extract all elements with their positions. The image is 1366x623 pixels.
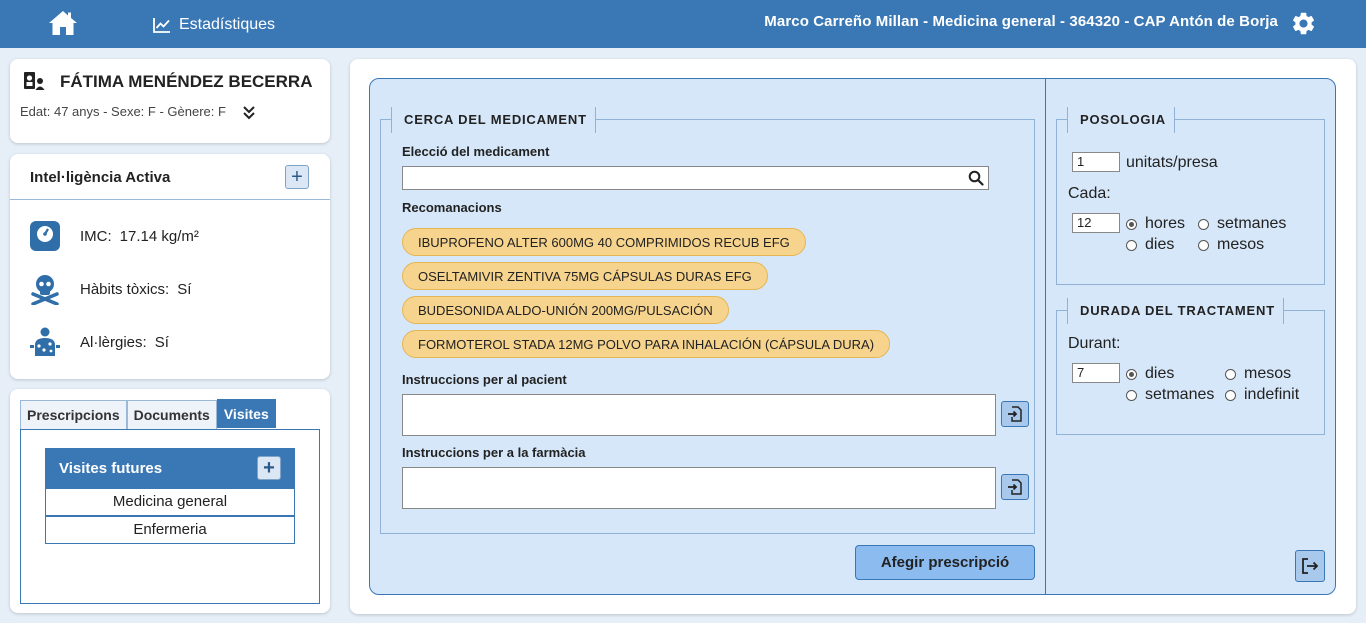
every-label: Cada: xyxy=(1068,185,1111,202)
units-per-dose-label: unitats/presa xyxy=(1126,154,1218,171)
tab-panel: Visites futures + Medicina general Enfer… xyxy=(20,429,320,604)
treatment-duration-legend: DURADA DEL TRACTAMENT xyxy=(1067,298,1284,324)
duration-input[interactable]: 7 xyxy=(1072,363,1120,383)
insert-pharmacy-instructions-button[interactable] xyxy=(1001,474,1029,500)
radio-label: mesos xyxy=(1244,365,1292,382)
patient-meta: Edat: 47 anys - Sexe: F - Gènere: F xyxy=(20,104,226,119)
home-icon[interactable] xyxy=(48,10,78,36)
units-per-dose-input[interactable]: 1 xyxy=(1072,152,1120,172)
radio-label: dies xyxy=(1145,365,1175,382)
exit-button[interactable] xyxy=(1295,550,1325,582)
duration-weeks-radio[interactable]: setmanes xyxy=(1126,386,1214,404)
radio-label: setmanes xyxy=(1217,215,1287,232)
radio-label: mesos xyxy=(1217,236,1265,253)
statistics-link[interactable]: Estadístiques xyxy=(153,16,275,34)
imc-label: IMC: xyxy=(80,227,112,245)
add-intelligence-button[interactable]: + xyxy=(285,165,309,189)
skull-crossbones-icon xyxy=(28,272,62,306)
radio-dot xyxy=(1126,239,1137,251)
user-info: Marco Carreño Millan - Medicina general … xyxy=(764,13,1278,30)
toxic-habits-row: Hàbits tòxics: Sí xyxy=(28,272,191,306)
imc-value: 17.14 kg/m² xyxy=(119,227,199,245)
prescription-form: CERCA DEL MEDICAMENT Elecció del medicam… xyxy=(369,78,1336,595)
add-visit-button[interactable]: + xyxy=(257,456,281,480)
visit-item[interactable]: Enfermeria xyxy=(45,516,295,544)
chart-icon xyxy=(153,18,170,33)
search-icon[interactable] xyxy=(968,170,984,186)
imc-row: IMC: 17.14 kg/m² xyxy=(28,219,199,253)
tab-bar: Prescripcions Documents Visites xyxy=(20,399,276,429)
tab-prescriptions[interactable]: Prescripcions xyxy=(20,400,127,429)
frequency-weeks-radio[interactable]: setmanes xyxy=(1198,215,1286,233)
sign-out-icon xyxy=(1302,558,1319,574)
patient-card: FÁTIMA MENÉNDEZ BECERRA Edat: 47 anys - … xyxy=(10,59,330,143)
frequency-months-radio[interactable]: mesos xyxy=(1198,236,1264,254)
allergy-person-icon xyxy=(28,325,62,359)
radio-dot xyxy=(1198,239,1209,251)
tab-visits[interactable]: Visites xyxy=(216,399,276,428)
duration-months-radio[interactable]: mesos xyxy=(1225,365,1291,383)
posology-legend: POSOLOGIA xyxy=(1067,107,1175,133)
radio-dot xyxy=(1198,218,1209,230)
future-visits-title: Visites futures xyxy=(59,459,163,477)
panel-divider xyxy=(1045,79,1046,594)
frequency-input[interactable]: 12 xyxy=(1072,213,1120,233)
recommendations-label: Recomanacions xyxy=(402,200,502,215)
scale-icon xyxy=(28,219,62,253)
frequency-hours-radio[interactable]: hores xyxy=(1126,215,1185,233)
radio-label: setmanes xyxy=(1145,386,1215,403)
radio-dot xyxy=(1225,389,1236,401)
allergies-value: Sí xyxy=(154,333,169,351)
posology-section: POSOLOGIA 1 unitats/presa Cada: 12 hores… xyxy=(1056,107,1325,285)
tab-documents[interactable]: Documents xyxy=(126,400,217,429)
toxic-habits-label: Hàbits tòxics: xyxy=(80,280,170,298)
radio-label: dies xyxy=(1145,236,1175,253)
medication-choice-label: Elecció del medicament xyxy=(402,144,550,159)
active-intelligence-title: Intel·ligència Activa xyxy=(30,169,171,186)
active-intelligence-card: Intel·ligència Activa + IMC: 17.14 kg/m²… xyxy=(10,154,330,379)
recommendation-item[interactable]: IBUPROFENO ALTER 600MG 40 COMPRIMIDOS RE… xyxy=(402,228,806,256)
pharmacy-instructions-field[interactable] xyxy=(402,467,996,509)
pharmacy-instructions-label: Instruccions per a la farmàcia xyxy=(402,445,586,460)
add-prescription-button[interactable]: Afegir prescripció xyxy=(855,545,1035,580)
patient-instructions-label: Instruccions per al pacient xyxy=(402,372,567,387)
duration-indefinite-radio[interactable]: indefinit xyxy=(1225,386,1299,404)
active-intelligence-header: Intel·ligència Activa + xyxy=(10,154,330,200)
radio-dot xyxy=(1126,218,1137,230)
visit-item[interactable]: Medicina general xyxy=(45,488,295,516)
recommendation-item[interactable]: BUDESONIDA ALDO-UNIÓN 200MG/PULSACIÓN xyxy=(402,296,729,324)
patient-instructions-field[interactable] xyxy=(402,394,996,436)
duration-days-radio[interactable]: dies xyxy=(1126,365,1174,383)
frequency-days-radio[interactable]: dies xyxy=(1126,236,1174,254)
radio-dot xyxy=(1225,368,1236,380)
prescription-card: CERCA DEL MEDICAMENT Elecció del medicam… xyxy=(350,59,1356,614)
recommendation-item[interactable]: OSELTAMIVIR ZENTIVA 75MG CÁPSULAS DURAS … xyxy=(402,262,768,290)
treatment-duration-section: DURADA DEL TRACTAMENT Durant: 7 dies mes… xyxy=(1056,298,1325,435)
medication-search-input[interactable] xyxy=(402,166,989,190)
document-import-icon xyxy=(1008,406,1022,422)
medication-search-section: CERCA DEL MEDICAMENT Elecció del medicam… xyxy=(380,107,1035,534)
allergies-row: Al·lèrgies: Sí xyxy=(28,325,169,359)
allergies-label: Al·lèrgies: xyxy=(80,333,147,351)
chevron-double-down-icon[interactable] xyxy=(242,104,256,120)
patient-id-icon xyxy=(24,72,45,90)
radio-label: indefinit xyxy=(1244,386,1300,403)
radio-dot xyxy=(1126,368,1137,380)
document-import-icon xyxy=(1008,479,1022,495)
during-label: Durant: xyxy=(1068,335,1121,352)
future-visits-header: Visites futures + xyxy=(45,448,295,488)
tabs-card: Prescripcions Documents Visites Visites … xyxy=(10,389,330,613)
radio-dot xyxy=(1126,389,1137,401)
top-bar: Estadístiques Marco Carreño Millan - Med… xyxy=(0,0,1366,48)
radio-label: hores xyxy=(1145,215,1186,232)
gear-icon[interactable] xyxy=(1290,10,1317,37)
patient-name: FÁTIMA MENÉNDEZ BECERRA xyxy=(60,72,313,91)
toxic-habits-value: Sí xyxy=(177,280,192,298)
insert-patient-instructions-button[interactable] xyxy=(1001,401,1029,427)
recommendation-item[interactable]: FORMOTEROL STADA 12MG POLVO PARA INHALAC… xyxy=(402,330,891,358)
medication-search-legend: CERCA DEL MEDICAMENT xyxy=(391,107,596,133)
statistics-label: Estadístiques xyxy=(179,16,276,33)
